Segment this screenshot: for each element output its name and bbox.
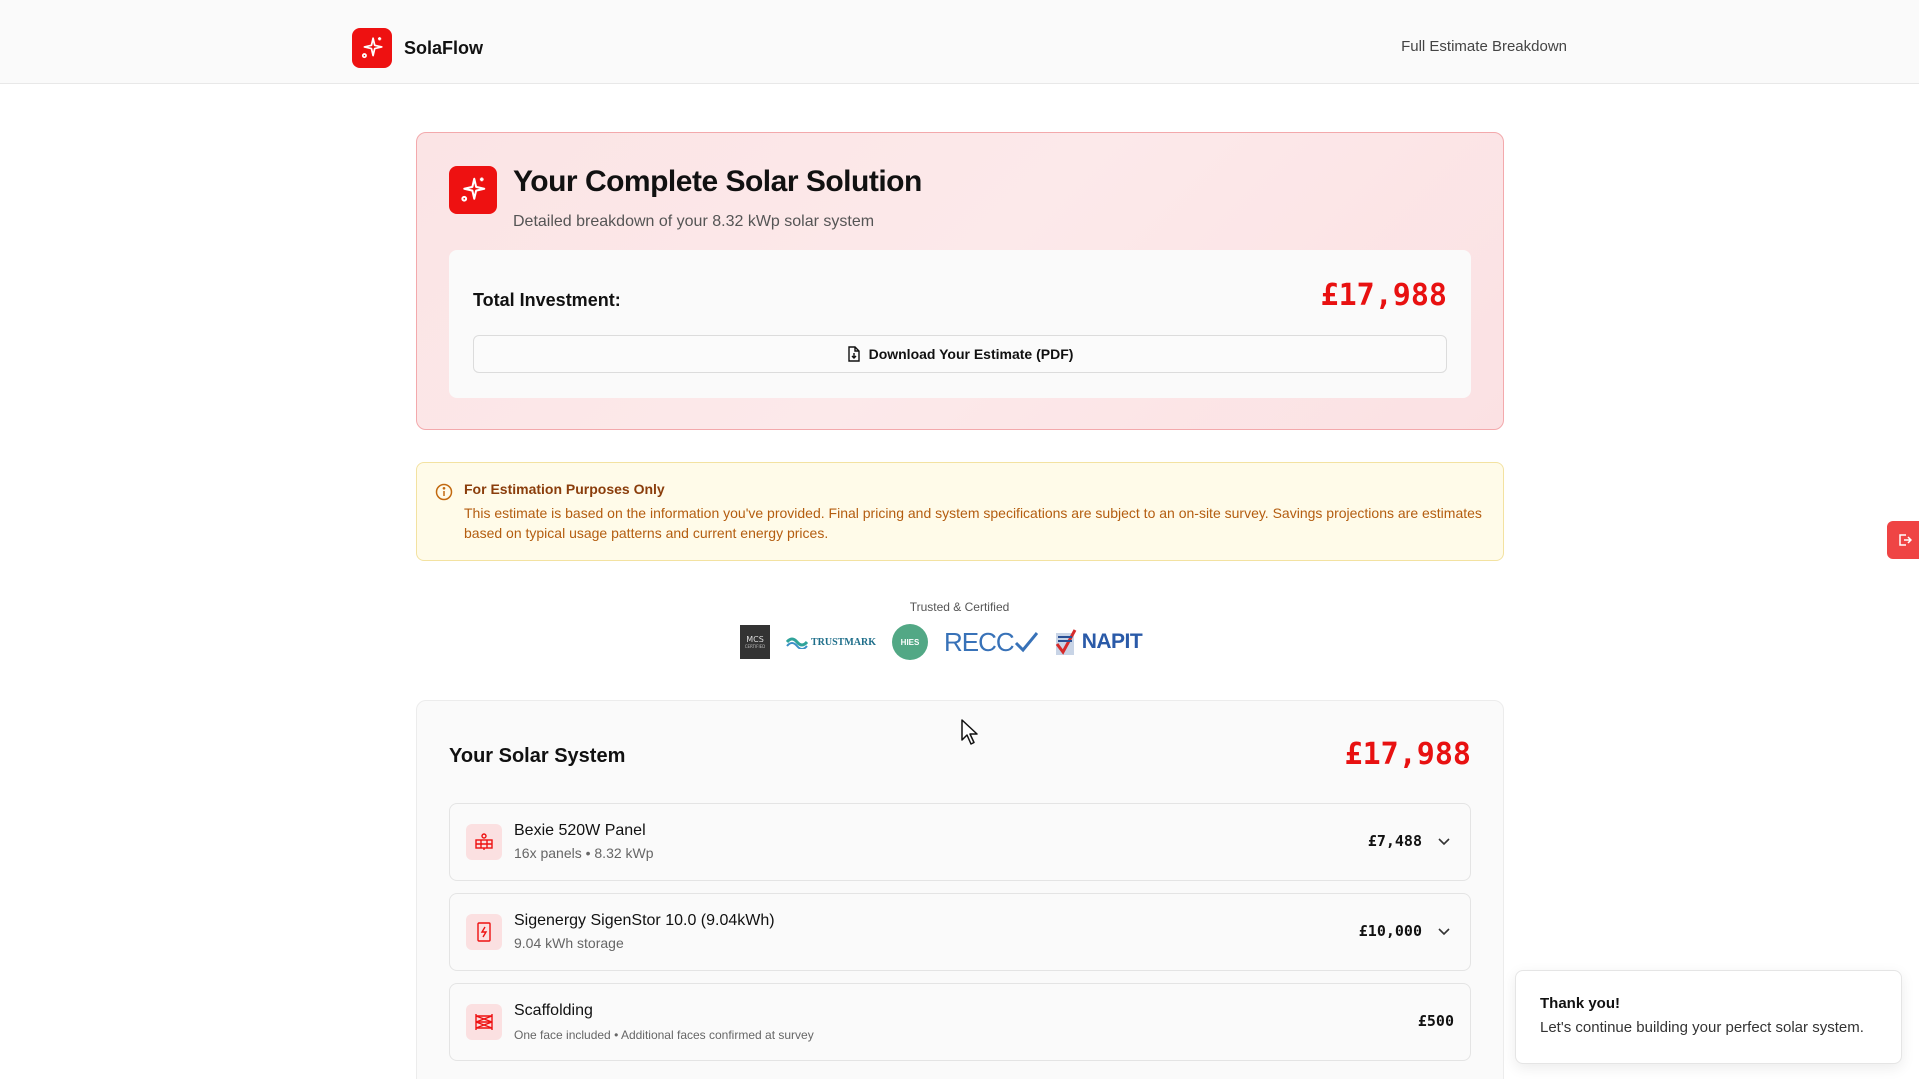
- solar-system-card: Your Solar System £17,988 Bexie 520W Pan…: [416, 700, 1504, 1079]
- line-item-scaffolding: Scaffolding One face included • Addition…: [449, 983, 1471, 1061]
- brand-name: SolaFlow: [404, 37, 484, 58]
- item-price: £500: [1417, 1012, 1454, 1030]
- full-estimate-link[interactable]: Full Estimate Breakdown: [1401, 38, 1567, 55]
- chevron-down-icon[interactable]: [1436, 833, 1452, 849]
- item-detail: 16x panels • 8.32 kWp: [514, 845, 654, 861]
- trusted-label: Trusted & Certified: [909, 600, 1010, 614]
- estimation-notice: For Estimation Purposes Only This estima…: [416, 462, 1504, 561]
- hero-card: Your Complete Solar Solution Detailed br…: [416, 132, 1504, 430]
- item-name: Sigenergy SigenStor 10.0 (9.04kWh): [514, 912, 775, 929]
- brand[interactable]: SolaFlow: [352, 28, 483, 68]
- item-price: £7,488: [1367, 832, 1422, 850]
- item-name: Scaffolding: [514, 1002, 593, 1019]
- hies-logo: HIES: [892, 624, 929, 660]
- item-price: £10,000: [1358, 922, 1422, 940]
- file-download-icon: [847, 346, 860, 362]
- item-detail: 9.04 kWh storage: [514, 935, 624, 951]
- solar-system-total: £17,988: [1344, 737, 1471, 772]
- scaffolding-icon: [466, 1004, 502, 1040]
- page-title: Your Complete Solar Solution: [513, 165, 922, 198]
- info-icon: [435, 483, 453, 501]
- battery-icon: [466, 914, 502, 950]
- mouse-cursor-icon: [961, 719, 978, 745]
- notice-title: For Estimation Purposes Only: [464, 481, 665, 497]
- mcs-logo: MCS CERTIFIED: [740, 625, 770, 659]
- solar-system-title: Your Solar System: [449, 745, 626, 767]
- line-item-battery[interactable]: Sigenergy SigenStor 10.0 (9.04kWh) 9.04 …: [449, 893, 1471, 971]
- toast-title: Thank you!: [1540, 995, 1621, 1012]
- total-investment-label: Total Investment:: [473, 290, 621, 310]
- item-detail: One face included • Additional faces con…: [514, 1028, 814, 1042]
- line-item-panel[interactable]: Bexie 520W Panel 16x panels • 8.32 kWp £…: [449, 803, 1471, 881]
- recc-logo: RECC: [944, 627, 1038, 658]
- item-name: Bexie 520W Panel: [514, 822, 646, 839]
- page-subtitle: Detailed breakdown of your 8.32 kWp sola…: [513, 213, 875, 230]
- chevron-down-icon[interactable]: [1436, 923, 1452, 939]
- download-pdf-button[interactable]: Download Your Estimate (PDF): [473, 335, 1447, 373]
- investment-card: Total Investment: £17,988 Download Your …: [449, 250, 1471, 398]
- sparkles-icon: [449, 166, 497, 214]
- toast-message: Let's continue building your perfect sol…: [1540, 1019, 1864, 1036]
- toast-notification: Thank you! Let's continue building your …: [1515, 970, 1902, 1064]
- total-investment-value: £17,988: [1320, 278, 1447, 313]
- notice-text: This estimate is based on the informatio…: [464, 505, 1482, 541]
- trustmark-logo: TRUSTMARK: [786, 635, 876, 649]
- exit-icon: [1899, 534, 1912, 546]
- sparkles-icon: [352, 28, 392, 68]
- top-bar: SolaFlow Full Estimate Breakdown: [0, 0, 1919, 84]
- download-pdf-label: Download Your Estimate (PDF): [868, 346, 1074, 362]
- solar-panel-icon: [466, 824, 502, 860]
- certification-logos: MCS CERTIFIED TRUSTMARK HIES RECC NAPIT: [740, 622, 1143, 662]
- side-feedback-tab[interactable]: [1887, 521, 1919, 559]
- napit-logo: NAPIT: [1054, 627, 1143, 657]
